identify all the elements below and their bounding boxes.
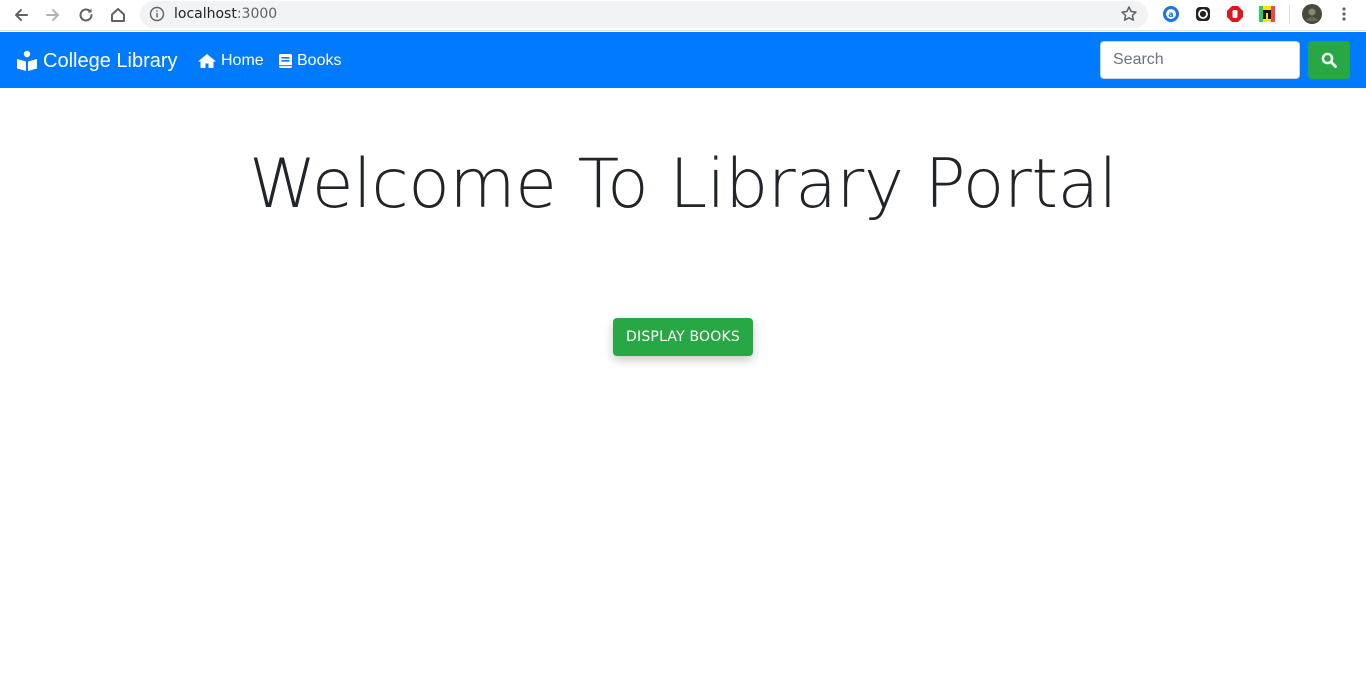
extension-a-icon: a: [1163, 6, 1179, 22]
home-icon: [198, 54, 216, 68]
back-button[interactable]: [9, 4, 33, 26]
search-button[interactable]: [1308, 41, 1350, 79]
nav-link-home[interactable]: Home: [197, 51, 264, 71]
extension-a-button[interactable]: a: [1161, 4, 1181, 24]
extension-block-button[interactable]: [1225, 4, 1245, 24]
arrow-left-icon: [15, 9, 28, 21]
extension-n-icon: [1259, 6, 1275, 22]
browser-chrome: localhost:3000 a: [0, 0, 1366, 31]
extension-n-button[interactable]: [1257, 4, 1277, 24]
home-button[interactable]: [106, 4, 130, 26]
reload-button[interactable]: [74, 4, 98, 26]
address-bar[interactable]: localhost:3000: [140, 1, 1148, 28]
profile-button[interactable]: [1302, 4, 1322, 24]
url-text: localhost:3000: [174, 6, 278, 22]
kebab-menu-icon: [1342, 7, 1346, 21]
svg-text:a: a: [1168, 10, 1173, 19]
extension-stop-icon: [1227, 6, 1243, 22]
display-books-button[interactable]: DISPLAY BOOKS: [613, 318, 753, 356]
book-icon: [279, 54, 292, 68]
arrow-right-icon: [46, 9, 59, 21]
bookmark-star-icon[interactable]: [1120, 5, 1138, 23]
search-icon: [1321, 52, 1337, 68]
brand-label: College Library: [43, 49, 178, 72]
extension-copy-button[interactable]: [1193, 4, 1213, 24]
page-title: Welcome To Library Portal: [248, 145, 1118, 224]
forward-button[interactable]: [41, 4, 65, 26]
info-icon[interactable]: [149, 6, 165, 22]
browser-menu-button[interactable]: [1334, 4, 1354, 24]
search-input[interactable]: [1100, 41, 1300, 79]
nav-link-books-label: Books: [297, 52, 342, 69]
reload-icon: [79, 8, 93, 22]
nav-link-home-label: Home: [221, 52, 264, 69]
extension-copy-icon: [1196, 7, 1210, 21]
navbar: College Library Home Books: [0, 32, 1366, 88]
profile-avatar-icon: [1302, 4, 1322, 24]
toolbar-divider: [1289, 6, 1290, 24]
reader-icon: [17, 50, 37, 71]
brand-link[interactable]: College Library: [16, 49, 178, 73]
nav-link-books[interactable]: Books: [278, 51, 341, 71]
house-outline-icon: [111, 8, 125, 22]
